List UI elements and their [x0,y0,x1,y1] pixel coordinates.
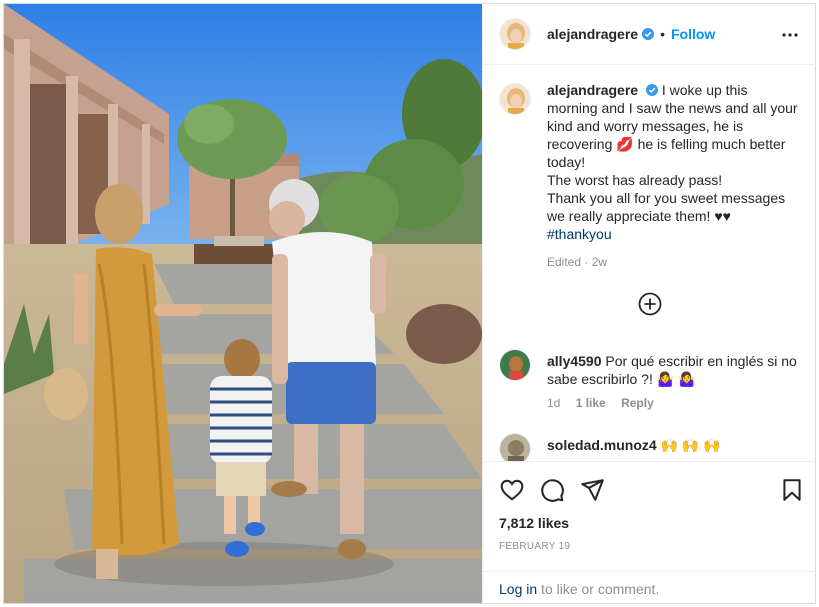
post-header: alejandragere • Follow [483,4,817,65]
login-prompt: Log in to like or comment. [483,571,817,603]
post-photo [4,4,482,603]
post-date[interactable]: FEBRUARY 19 [499,541,570,552]
caption-line-3: Thank you all for you sweet messages we … [547,190,786,224]
comment-age[interactable]: 1d [547,396,560,410]
reply-button[interactable]: Reply [621,396,654,410]
comment-text: ally4590 Por qué escribir en inglés si n… [547,349,799,388]
caption-verified-badge-icon [645,84,658,96]
login-rest-text: to like or comment. [537,581,660,597]
author-avatar[interactable] [499,18,531,50]
commenter-avatar[interactable] [499,433,531,461]
author-username[interactable]: alejandragere [547,26,638,42]
header-separator: • [660,26,665,42]
comment-item: ally4590 Por qué escribir en inglés si n… [499,349,799,410]
caption-username[interactable]: alejandragere [547,82,638,98]
caption-age[interactable]: 2w [592,255,607,269]
kiss-emoji-icon: 💋 [616,136,634,152]
login-link[interactable]: Log in [499,581,537,597]
comment-username[interactable]: soledad.munoz4 [547,437,657,453]
follow-button[interactable]: Follow [671,26,715,42]
comment-username[interactable]: ally4590 [547,353,602,369]
comment-text: soledad.munoz4 🙌 🙌 🙌 [547,433,799,454]
meta-separator: · [584,255,589,269]
share-paper-plane-icon[interactable] [579,477,605,503]
edited-label: Edited [547,255,582,269]
post-caption: alejandragere I woke up this morning and… [499,81,799,269]
save-bookmark-icon[interactable] [779,477,805,503]
likes-count[interactable]: 7,812 likes [499,515,569,531]
caption-text: alejandragere I woke up this morning and… [547,81,799,243]
hearts-emoji-icon: ♥♥ [714,208,731,224]
family-walking-photo [4,4,482,603]
raised-hands-emoji-icon: 🙌 🙌 🙌 [660,437,721,453]
comment-meta: 1d 1 like Reply [547,396,799,410]
caption-avatar[interactable] [499,83,531,115]
comment-bubble-icon[interactable] [539,477,565,503]
load-more-comments-icon[interactable] [638,292,662,316]
post-dialog: alejandragere • Follow alejandragere I w… [3,3,817,604]
caption-meta: Edited · 2w [547,255,799,269]
shrug-emoji-icon: 🤷‍♀️ 🤷‍♀️ [656,371,696,387]
more-options-icon[interactable] [781,26,799,44]
hashtag-link[interactable]: #thankyou [547,226,612,242]
commenter-avatar[interactable] [499,349,531,381]
post-sidebar: alejandragere • Follow alejandragere I w… [482,4,817,603]
caption-line-2: The worst has already pass! [547,172,723,188]
comment-likes[interactable]: 1 like [576,396,606,410]
comments-list[interactable]: alejandragere I woke up this morning and… [483,65,817,461]
action-bar [483,461,817,521]
like-heart-icon[interactable] [499,477,525,503]
comment-item: soledad.munoz4 🙌 🙌 🙌 [499,433,799,461]
verified-badge-icon [642,28,655,40]
